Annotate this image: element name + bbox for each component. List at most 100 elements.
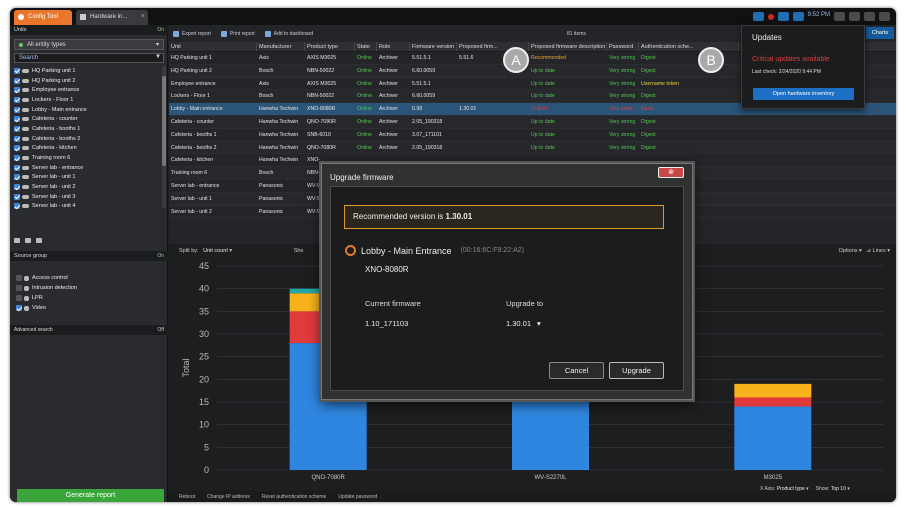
unit-checkbox[interactable]: [14, 203, 20, 210]
unit-checkbox[interactable]: [14, 174, 20, 181]
source-group-item[interactable]: Intrusion detection: [16, 283, 77, 293]
column-header[interactable]: Manufacturer: [257, 42, 305, 51]
unit-checkbox[interactable]: [14, 67, 20, 74]
column-header[interactable]: Proposed firmware description: [529, 42, 607, 51]
action-1[interactable]: Change IP address: [207, 494, 250, 500]
units-title: Units: [14, 27, 27, 33]
split-by-select[interactable]: Unit count: [203, 248, 228, 254]
table-row[interactable]: Cafeteria - booths 2 Hanwha Techwin QNO-70…: [169, 141, 896, 155]
unit-checkbox[interactable]: [14, 96, 20, 103]
hardware-icon: [80, 14, 86, 20]
unit-list-item[interactable]: Cafeteria - counter: [14, 114, 160, 124]
open-hardware-inventory-button[interactable]: Open hardware inventory: [753, 88, 854, 100]
cancel-button[interactable]: Cancel: [549, 362, 604, 379]
advanced-search-toggle[interactable]: Off: [157, 327, 164, 333]
source-group-item[interactable]: LPR: [16, 293, 77, 303]
unit-checkbox[interactable]: [14, 125, 20, 132]
column-header[interactable]: Firmware version: [410, 42, 457, 51]
link-icon[interactable]: [14, 238, 20, 243]
alert-icon[interactable]: [767, 13, 774, 20]
unit-checkbox[interactable]: [14, 193, 20, 200]
source-group-item[interactable]: Video: [16, 303, 77, 313]
column-header[interactable]: Authentication sche...: [639, 42, 739, 51]
dialog-close-button[interactable]: ⊗: [658, 167, 684, 178]
unit-checkbox[interactable]: [14, 87, 20, 94]
column-header[interactable]: State: [355, 42, 377, 51]
clock: 9:52 PM: [807, 12, 830, 18]
close-icon[interactable]: ×: [141, 13, 145, 20]
source-group-checkbox[interactable]: [16, 305, 22, 311]
unit-list-item[interactable]: Cafeteria - booths 1: [14, 124, 160, 134]
print-report-button[interactable]: Print report: [220, 30, 255, 37]
unit-list-item[interactable]: Training room 6: [14, 153, 160, 163]
action-2[interactable]: Reset authentication scheme: [262, 494, 326, 500]
unit-list-item[interactable]: HQ Parking unit 1: [14, 66, 160, 76]
split-by-label: Split by:: [179, 248, 199, 254]
units-header: Units On: [10, 25, 168, 35]
copy-icon[interactable]: [25, 238, 31, 243]
unit-list-item[interactable]: Server lab - unit 2: [14, 182, 160, 192]
source-group-item[interactable]: Access control: [16, 273, 77, 283]
table-row[interactable]: Cafeteria - booths 1 Hanwha Techwin SNB-60…: [169, 129, 896, 142]
unit-list-item[interactable]: HQ Parking unit 2: [14, 76, 160, 86]
unit-search-input[interactable]: Search ▼: [14, 53, 164, 63]
notification-icon[interactable]: [752, 12, 764, 21]
source-group-checkbox[interactable]: [16, 295, 22, 301]
unit-list-item[interactable]: Server lab - unit 4: [14, 202, 160, 212]
add-dashboard-button[interactable]: Add to dashboard: [264, 30, 313, 37]
column-header[interactable]: Unit: [169, 42, 257, 51]
unit-checkbox[interactable]: [14, 77, 20, 84]
filter-icon[interactable]: ▼: [155, 54, 161, 60]
action-3[interactable]: Update password: [338, 494, 377, 500]
upgrade-button[interactable]: Upgrade: [609, 362, 664, 379]
updates-icon[interactable]: [792, 12, 804, 21]
unit-checkbox[interactable]: [14, 184, 20, 191]
table-row[interactable]: Cafeteria - counter Hanwha Techwin QNO-708…: [169, 115, 896, 129]
minimize-icon[interactable]: [849, 12, 860, 21]
user-icon[interactable]: [834, 12, 845, 21]
unit-list-item[interactable]: Employee entrance: [14, 85, 160, 95]
tab-bar: Config Tool Hardware in... × 9:52 PM: [10, 8, 896, 25]
unit-checkbox[interactable]: [14, 164, 20, 171]
entity-type-select[interactable]: All entity types ▾: [14, 39, 164, 50]
network-icon[interactable]: [777, 12, 789, 21]
unit-checkbox[interactable]: [14, 145, 20, 152]
column-header[interactable]: Password: [607, 42, 639, 51]
unit-list-item[interactable]: Server lab - entrance: [14, 163, 160, 173]
unit-list-item[interactable]: Lockers - Floor 1: [14, 95, 160, 105]
column-header[interactable]: Role: [377, 42, 410, 51]
maximize-icon[interactable]: [864, 12, 875, 21]
options-button[interactable]: Options: [839, 248, 858, 254]
table-cell-pwd: Very weak: [609, 106, 633, 113]
unit-checkbox[interactable]: [14, 135, 20, 142]
source-group-checkbox[interactable]: [16, 285, 22, 291]
units-toggle[interactable]: On: [157, 27, 164, 33]
unit-list-item[interactable]: Lobby - Main entrance: [14, 105, 160, 115]
export-report-button[interactable]: Export report: [173, 30, 211, 37]
table-cell-auth: Digest: [641, 93, 656, 100]
table-cell-unit: Cafeteria - counter: [171, 118, 214, 125]
intrusion-icon: [24, 285, 29, 291]
unit-list-scrollbar[interactable]: [162, 66, 166, 208]
unit-list-item[interactable]: Server lab - unit 3: [14, 192, 160, 202]
tab-config-tool[interactable]: Config Tool: [14, 10, 72, 25]
lines-button[interactable]: Lines: [873, 248, 886, 254]
upgrade-to-select[interactable]: 1.30.01 ▾: [506, 319, 541, 328]
unit-list-item[interactable]: Server lab - unit 1: [14, 173, 160, 183]
source-group-toggle[interactable]: On: [157, 253, 164, 259]
action-0[interactable]: Reboot: [179, 494, 195, 500]
unit-checkbox[interactable]: [14, 106, 20, 113]
unit-list-item[interactable]: Cafeteria - kitchen: [14, 144, 160, 154]
window-close-icon[interactable]: [879, 12, 890, 21]
source-group-checkbox[interactable]: [16, 275, 22, 281]
table-cell-pwd: Very strong: [609, 67, 636, 74]
column-header[interactable]: Product type: [305, 42, 355, 51]
camera-icon: [22, 68, 29, 73]
unit-list-item[interactable]: Cafeteria - booths 2: [14, 134, 160, 144]
charts-button[interactable]: Charts: [866, 27, 894, 39]
tab-hardware-inventory[interactable]: Hardware in... ×: [76, 10, 148, 25]
generate-report-button[interactable]: Generate report: [17, 489, 164, 502]
unit-checkbox[interactable]: [14, 155, 20, 162]
unit-checkbox[interactable]: [14, 116, 20, 123]
paste-icon[interactable]: [36, 238, 42, 243]
